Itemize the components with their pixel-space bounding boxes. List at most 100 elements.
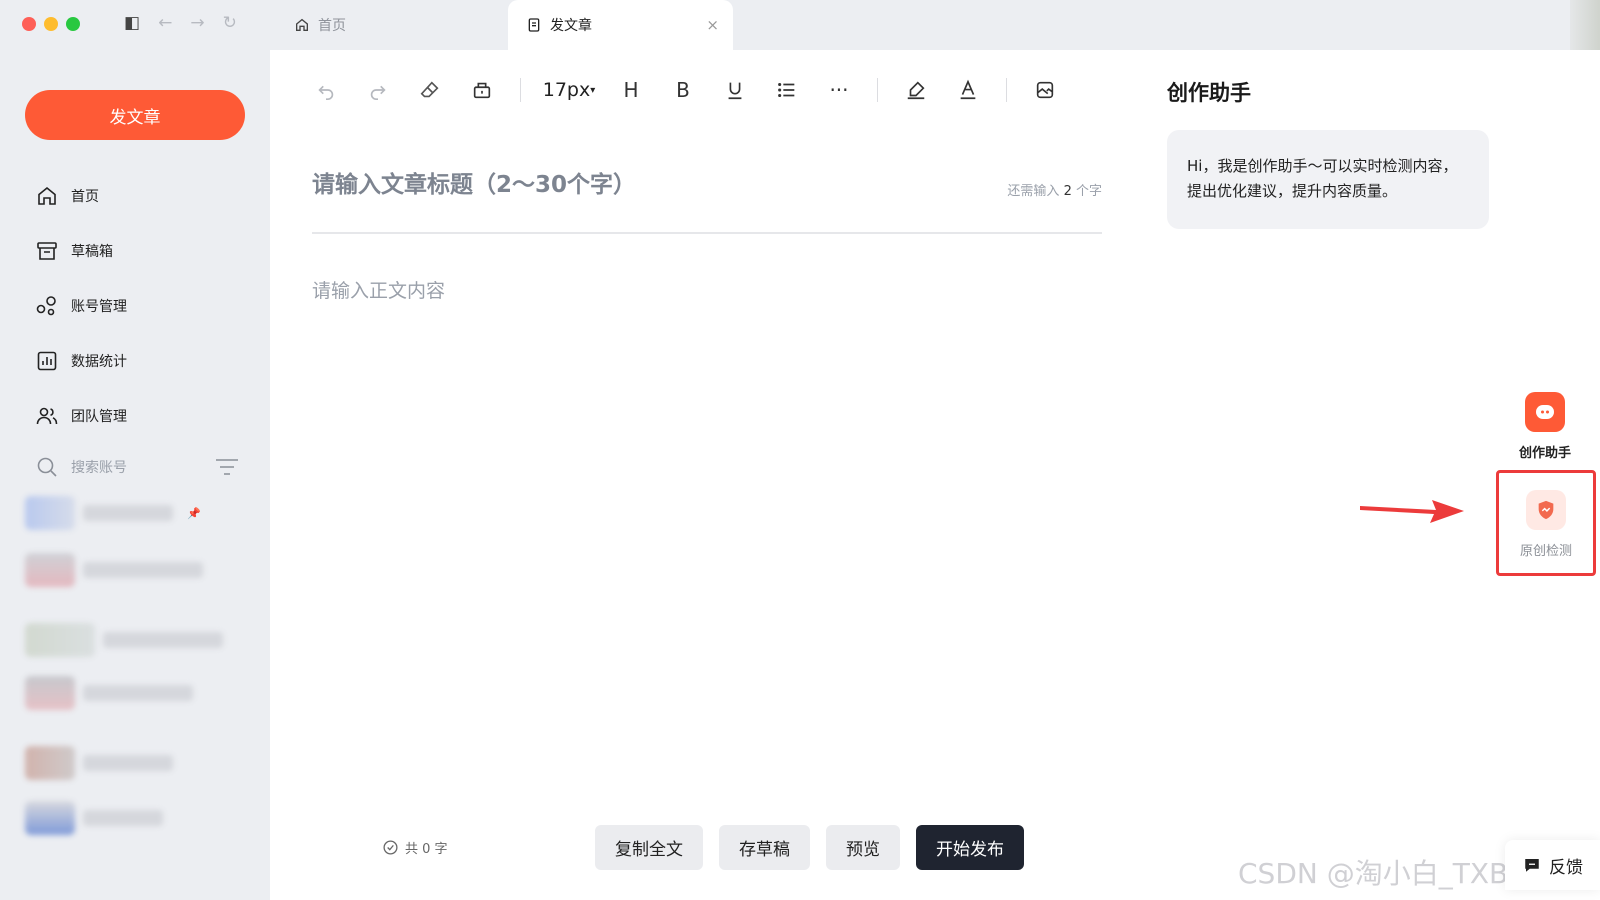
avatar xyxy=(25,746,75,780)
bold-button[interactable]: B xyxy=(657,72,709,108)
clear-format-button[interactable] xyxy=(404,72,456,108)
tab-home[interactable]: 首页 xyxy=(294,0,346,50)
sidebar-item-label: 账号管理 xyxy=(71,298,127,315)
account-search[interactable]: 搜索账号 xyxy=(35,455,240,479)
underline-icon xyxy=(728,82,742,100)
tab-label: 发文章 xyxy=(550,18,592,34)
start-publish-button[interactable]: 开始发布 xyxy=(916,825,1024,870)
accounts-icon xyxy=(36,295,56,315)
search-icon xyxy=(37,457,57,477)
drafts-icon xyxy=(37,241,57,260)
search-placeholder: 搜索账号 xyxy=(71,460,127,476)
text-color-button[interactable] xyxy=(942,72,994,108)
editor-toolbar: 17px ▾ H B ··· xyxy=(300,72,1110,108)
toolbar-divider xyxy=(877,78,878,102)
red-arrow-annotation xyxy=(1360,500,1464,523)
sidebar-item-label: 草稿箱 xyxy=(71,243,113,260)
back-arrow-icon[interactable]: ← xyxy=(158,13,172,33)
originality-check-label: 原创检测 xyxy=(1519,544,1572,559)
avatar xyxy=(25,496,75,530)
pin-icon[interactable]: 📌 xyxy=(187,507,201,520)
redo-button[interactable] xyxy=(352,72,404,108)
feedback-label: 反馈 xyxy=(1549,857,1583,878)
tab-label: 首页 xyxy=(318,18,346,34)
minimize-window-button[interactable] xyxy=(44,17,58,31)
assistant-float-label: 创作助手 xyxy=(1518,446,1571,461)
avatar xyxy=(25,801,75,835)
bold-icon: B xyxy=(676,78,690,102)
account-list-item[interactable]: 📌 xyxy=(25,495,201,531)
sidebar-toggle-icon[interactable]: ◧ xyxy=(124,13,140,33)
undo-icon xyxy=(318,85,334,100)
title-input[interactable] xyxy=(312,172,932,198)
assistant-float-button[interactable]: 创作助手 xyxy=(1500,392,1590,461)
account-name-blurred xyxy=(83,562,203,578)
highlight-button[interactable] xyxy=(890,72,942,108)
account-name-blurred xyxy=(103,632,223,648)
toolbar-divider xyxy=(1006,78,1007,102)
sidebar-item-home[interactable]: 首页 xyxy=(35,168,255,223)
sidebar-item-accounts[interactable]: 账号管理 xyxy=(35,278,255,333)
tab-publish-article[interactable]: 发文章 × xyxy=(508,0,733,50)
shield-icon xyxy=(1526,490,1566,530)
font-size-select[interactable]: 17px ▾ xyxy=(533,72,605,108)
home-icon xyxy=(38,186,56,205)
sidebar-item-team[interactable]: 团队管理 xyxy=(35,388,255,443)
window-edge xyxy=(1570,0,1600,50)
heading-button[interactable]: H xyxy=(605,72,657,108)
format-painter-button[interactable] xyxy=(456,72,508,108)
sidebar-item-label: 团队管理 xyxy=(71,408,127,425)
copy-all-button[interactable]: 复制全文 xyxy=(595,825,703,870)
close-tab-icon[interactable]: × xyxy=(706,16,719,34)
filter-icon[interactable] xyxy=(214,457,240,477)
sidebar-nav: 首页 草稿箱 账号管理 数据统计 团队管理 xyxy=(35,168,255,443)
counter-prefix: 还需输入 xyxy=(1007,184,1060,199)
sidebar-item-drafts[interactable]: 草稿箱 xyxy=(35,223,255,278)
save-draft-button[interactable]: 存草稿 xyxy=(719,825,810,870)
tab-bar: 首页 发文章 × xyxy=(270,0,1600,50)
redo-icon xyxy=(370,85,386,100)
account-list-item[interactable] xyxy=(25,800,163,836)
reload-icon[interactable]: ↻ xyxy=(223,13,237,33)
body-content-input[interactable] xyxy=(312,276,1102,756)
close-window-button[interactable] xyxy=(22,17,36,31)
insert-image-button[interactable] xyxy=(1019,72,1071,108)
font-size-value: 17px xyxy=(542,79,591,101)
assistant-panel-title: 创作助手 xyxy=(1167,81,1251,105)
avatar xyxy=(25,623,95,657)
preview-button[interactable]: 预览 xyxy=(826,825,900,870)
title-remaining-counter: 还需输入 2 个字 xyxy=(1007,180,1102,199)
account-list-item[interactable] xyxy=(25,745,173,781)
sidebar: ◧ ← → ↻ 发文章 首页 草稿箱 账号管理 数据统计 团队管理 搜索账号 📌 xyxy=(0,0,270,900)
stats-icon xyxy=(37,351,57,370)
publish-article-button[interactable]: 发文章 xyxy=(25,90,245,140)
action-buttons: 复制全文 存草稿 预览 开始发布 xyxy=(595,825,1024,870)
assistant-message: Hi，我是创作助手～可以实时检测内容，提出优化建议，提升内容质量。 xyxy=(1167,130,1489,229)
account-name-blurred xyxy=(83,810,163,826)
account-list-item[interactable] xyxy=(25,675,193,711)
more-icon: ··· xyxy=(829,78,849,102)
feedback-button[interactable]: 反馈 xyxy=(1505,840,1600,890)
more-options-button[interactable]: ··· xyxy=(813,72,865,108)
forward-arrow-icon[interactable]: → xyxy=(190,13,204,33)
word-count-text: 共 0 字 xyxy=(405,842,448,857)
maximize-window-button[interactable] xyxy=(66,17,80,31)
check-circle-icon xyxy=(383,840,398,855)
assistant-bot-icon xyxy=(1525,392,1565,432)
account-list-item[interactable] xyxy=(25,622,223,658)
text-color-icon xyxy=(960,79,976,100)
sidebar-item-label: 数据统计 xyxy=(71,353,127,370)
avatar xyxy=(25,676,75,710)
account-name-blurred xyxy=(83,505,173,521)
home-icon xyxy=(296,18,308,31)
chevron-down-icon: ▾ xyxy=(590,84,596,96)
list-button[interactable] xyxy=(761,72,813,108)
originality-check-button[interactable]: 原创检测 xyxy=(1496,470,1596,576)
underline-button[interactable] xyxy=(709,72,761,108)
format-painter-icon xyxy=(473,82,491,99)
account-list-item[interactable] xyxy=(25,552,203,588)
heading-icon: H xyxy=(623,78,639,102)
undo-button[interactable] xyxy=(300,72,352,108)
counter-value: 2 xyxy=(1063,184,1072,199)
sidebar-item-stats[interactable]: 数据统计 xyxy=(35,333,255,388)
